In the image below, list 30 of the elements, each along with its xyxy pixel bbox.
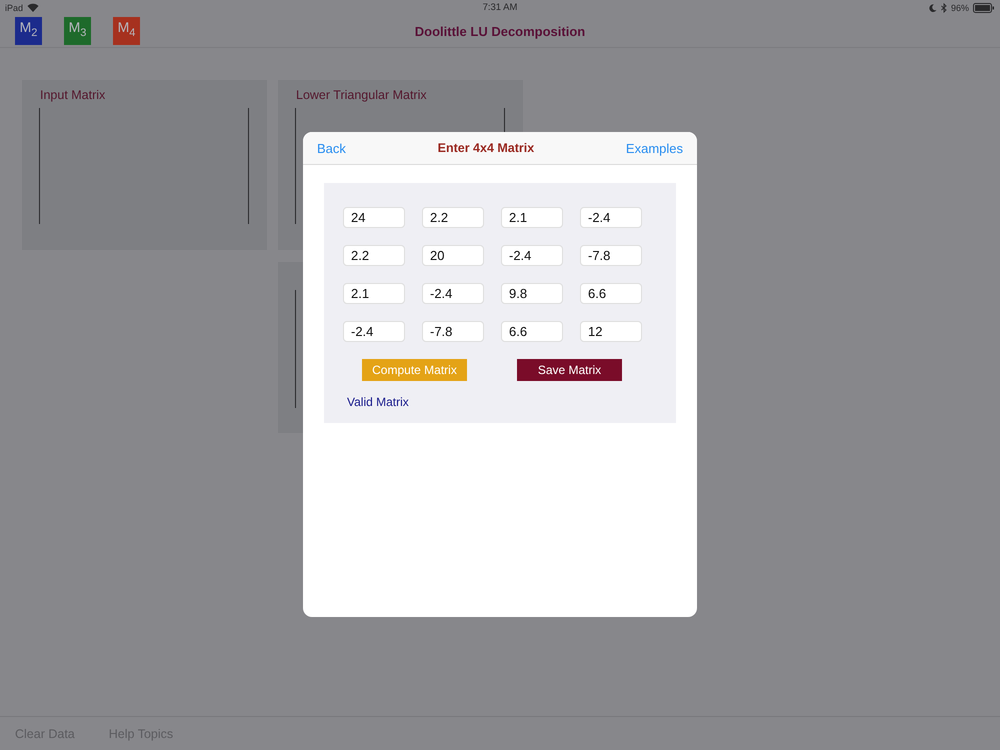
matrix-input-field[interactable]: -2.4 xyxy=(580,207,642,228)
app-title: Doolittle LU Decomposition xyxy=(414,24,586,38)
matrix-size-button[interactable]: M$_{2}$ xyxy=(15,17,42,45)
panel-title: Input Matrix xyxy=(39,87,106,102)
matrix-input-field[interactable]: -7.8 xyxy=(580,245,642,266)
matrix-input-field[interactable]: 6.6 xyxy=(501,321,563,342)
bluetooth-icon xyxy=(940,2,947,12)
moon-icon xyxy=(928,4,937,12)
save-button[interactable]: Save Matrix xyxy=(517,359,622,381)
wifi-icon xyxy=(27,3,40,12)
matrix-input-field[interactable]: 2.2 xyxy=(343,245,405,266)
matrix-input-field[interactable]: 9.8 xyxy=(501,283,563,304)
panel-title: Lower Triangular Matrix xyxy=(295,87,428,102)
validation-message: Valid Matrix xyxy=(346,394,410,409)
battery-icon xyxy=(973,2,995,12)
matrix-input-field[interactable]: 20 xyxy=(422,245,484,266)
matrix-input-field[interactable]: -2.4 xyxy=(422,283,484,304)
matrix-input-field[interactable]: 2.1 xyxy=(501,207,563,228)
matrix-input-field[interactable]: -7.8 xyxy=(422,321,484,342)
matrix-input-field[interactable]: 24 xyxy=(343,207,405,228)
clock-time: 7:31 AM xyxy=(482,2,518,13)
device-name: iPad xyxy=(5,2,24,12)
battery-percent: 96% xyxy=(950,2,969,12)
matrix-input-field[interactable]: -2.4 xyxy=(343,321,405,342)
matrix-input-field[interactable]: 6.6 xyxy=(580,283,642,304)
dialog-title: Enter 4x4 Matrix xyxy=(438,141,534,155)
matrix-input-field[interactable]: 2.1 xyxy=(343,283,405,304)
matrix-input-field[interactable]: 12 xyxy=(580,321,642,342)
matrix-input-field[interactable]: 2.2 xyxy=(422,207,484,228)
matrix-input-field[interactable]: -2.4 xyxy=(501,245,563,266)
